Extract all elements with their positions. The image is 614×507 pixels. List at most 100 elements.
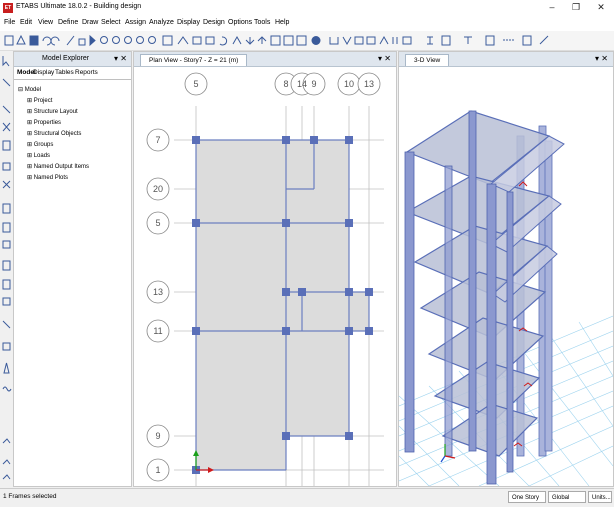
plan-view-pin-close[interactable]: ▾ ✕ (378, 54, 391, 63)
redo-icon (50, 36, 60, 46)
3d-view-canvas[interactable] (399, 66, 613, 486)
expand-icon[interactable]: ⊞ (27, 120, 32, 126)
draw-toolbar-icons (2, 56, 12, 480)
grid-label-row-9: 9 (155, 431, 160, 441)
tab-reports[interactable]: Reports (75, 69, 98, 76)
status-bar: 1 Frames selected One Story Global Units… (0, 488, 614, 507)
elevation-view-icon (205, 36, 215, 45)
menu-analyze[interactable]: Analyze (149, 19, 174, 26)
menu-define[interactable]: Define (58, 19, 78, 26)
tab-tables[interactable]: Tables (55, 69, 74, 76)
plan-view-icon (192, 36, 202, 45)
color-icon (311, 36, 321, 45)
tree-node-properties[interactable]: ⊞ Properties (27, 119, 61, 126)
draw-column-icon (2, 140, 11, 151)
plan-view-tab[interactable]: Plan View - Story7 - Z = 21 (m) (140, 54, 248, 66)
tree-label: Model (24, 87, 42, 93)
grid-label-row-5: 5 (155, 218, 160, 228)
coordinate-system-selector[interactable]: Global (548, 491, 586, 503)
measure-icon (539, 35, 549, 45)
tree-node-structural-objects[interactable]: ⊞ Structural Objects (27, 130, 81, 137)
point-icon (2, 438, 11, 444)
zoom-previous-icon (136, 36, 144, 44)
pan-icon (162, 35, 173, 46)
tree-node-named-output-items[interactable]: ⊞ Named Output Items (27, 163, 89, 170)
menu-edit[interactable]: Edit (20, 19, 32, 26)
close-button[interactable]: ✕ (590, 1, 612, 14)
expand-icon[interactable]: ⊞ (27, 175, 32, 181)
menu-select[interactable]: Select (101, 19, 120, 26)
minimize-button[interactable]: – (541, 1, 563, 14)
tree-node-structure-layout[interactable]: ⊞ Structure Layout (27, 108, 78, 115)
menu-assign[interactable]: Assign (125, 19, 146, 26)
row-grid-bubbles (146, 128, 170, 482)
tree-node-model[interactable]: ⊟ Model (18, 86, 41, 93)
save-icon (29, 35, 39, 46)
menu-display[interactable]: Display (177, 19, 200, 26)
area-load-icon (402, 36, 412, 45)
units-button[interactable]: Units... (588, 491, 612, 503)
building-model (404, 110, 565, 485)
menu-file[interactable]: File (4, 19, 15, 26)
extrude-icon (296, 35, 307, 46)
grid-label-col-9: 9 (311, 79, 316, 89)
tree-node-named-plots[interactable]: ⊞ Named Plots (27, 174, 68, 181)
z-axis-icon (2, 459, 11, 465)
zoom-window-icon (100, 36, 108, 44)
grid-label-row-1: 1 (155, 465, 160, 475)
expand-icon[interactable]: ⊞ (27, 98, 32, 104)
explorer-title: Model Explorer (42, 55, 90, 62)
tree-node-loads[interactable]: ⊞ Loads (27, 152, 50, 159)
force-diagram-icon (464, 36, 472, 44)
support-icon (379, 35, 389, 45)
grid-label-col-8: 8 (283, 79, 288, 89)
menu-view[interactable]: View (38, 19, 53, 26)
draw-brace-icon (2, 122, 11, 132)
draw-deck-icon (2, 279, 11, 290)
plan-view-canvas[interactable]: 5 8 14 9 10 13 7 20 5 13 11 9 1 (134, 66, 396, 486)
link-icon (392, 37, 398, 44)
expand-icon[interactable]: ⊞ (27, 153, 32, 159)
tree-node-groups[interactable]: ⊞ Groups (27, 141, 53, 148)
expand-icon[interactable]: ⊞ (27, 109, 32, 115)
draw-wall-icon (2, 222, 11, 233)
3d-view-pin-close[interactable]: ▾ ✕ (595, 54, 608, 63)
story-selector[interactable]: One Story (508, 491, 546, 503)
menu-tools[interactable]: Tools (254, 19, 270, 26)
tree-label: Named Plots (33, 175, 69, 181)
plan-view-header: Plan View - Story7 - Z = 21 (m) ▾ ✕ (134, 52, 396, 67)
new-model-icon (4, 35, 14, 46)
pointer-icon (2, 56, 10, 67)
text-cursor-icon (427, 36, 433, 45)
restore-button[interactable]: ❐ (565, 1, 587, 14)
etabs-app-icon: ET (3, 3, 13, 13)
expand-icon[interactable]: ⊞ (27, 131, 32, 137)
tab-display[interactable]: Display (33, 69, 54, 76)
menu-help[interactable]: Help (275, 19, 289, 26)
explorer-pin-close[interactable]: ▾ ✕ (114, 54, 127, 63)
3d-view-tab[interactable]: 3-D View (405, 54, 450, 66)
run-analysis-icon (89, 34, 96, 47)
slab-icon (366, 36, 376, 45)
tree-node-project[interactable]: ⊞ Project (27, 97, 52, 104)
draw-spring-icon (2, 386, 12, 392)
zoom-all-icon (148, 36, 156, 44)
expand-icon[interactable]: ⊞ (27, 142, 32, 148)
set-display-options-icon (283, 35, 294, 46)
undo-icon (42, 36, 52, 46)
rotate-icon (219, 36, 228, 46)
3d-view-window: 3-D View ▾ ✕ (398, 51, 614, 487)
title-bar: ET ETABS Ultimate 18.0.2 - Building desi… (0, 0, 614, 16)
collapse-icon[interactable]: ⊟ (18, 87, 23, 93)
wall-icon (354, 36, 364, 45)
grid-label-row-20: 20 (153, 184, 163, 194)
menu-design[interactable]: Design (203, 19, 225, 26)
draw-opening-icon (2, 240, 11, 249)
menu-options[interactable]: Options (228, 19, 252, 26)
menu-draw[interactable]: Draw (82, 19, 98, 26)
draw-tendon-icon (3, 362, 10, 374)
draw-beam-icon (2, 162, 11, 171)
frame-icon (329, 37, 339, 45)
expand-icon[interactable]: ⊞ (27, 164, 32, 170)
tree-label: Structure Layout (33, 109, 78, 115)
